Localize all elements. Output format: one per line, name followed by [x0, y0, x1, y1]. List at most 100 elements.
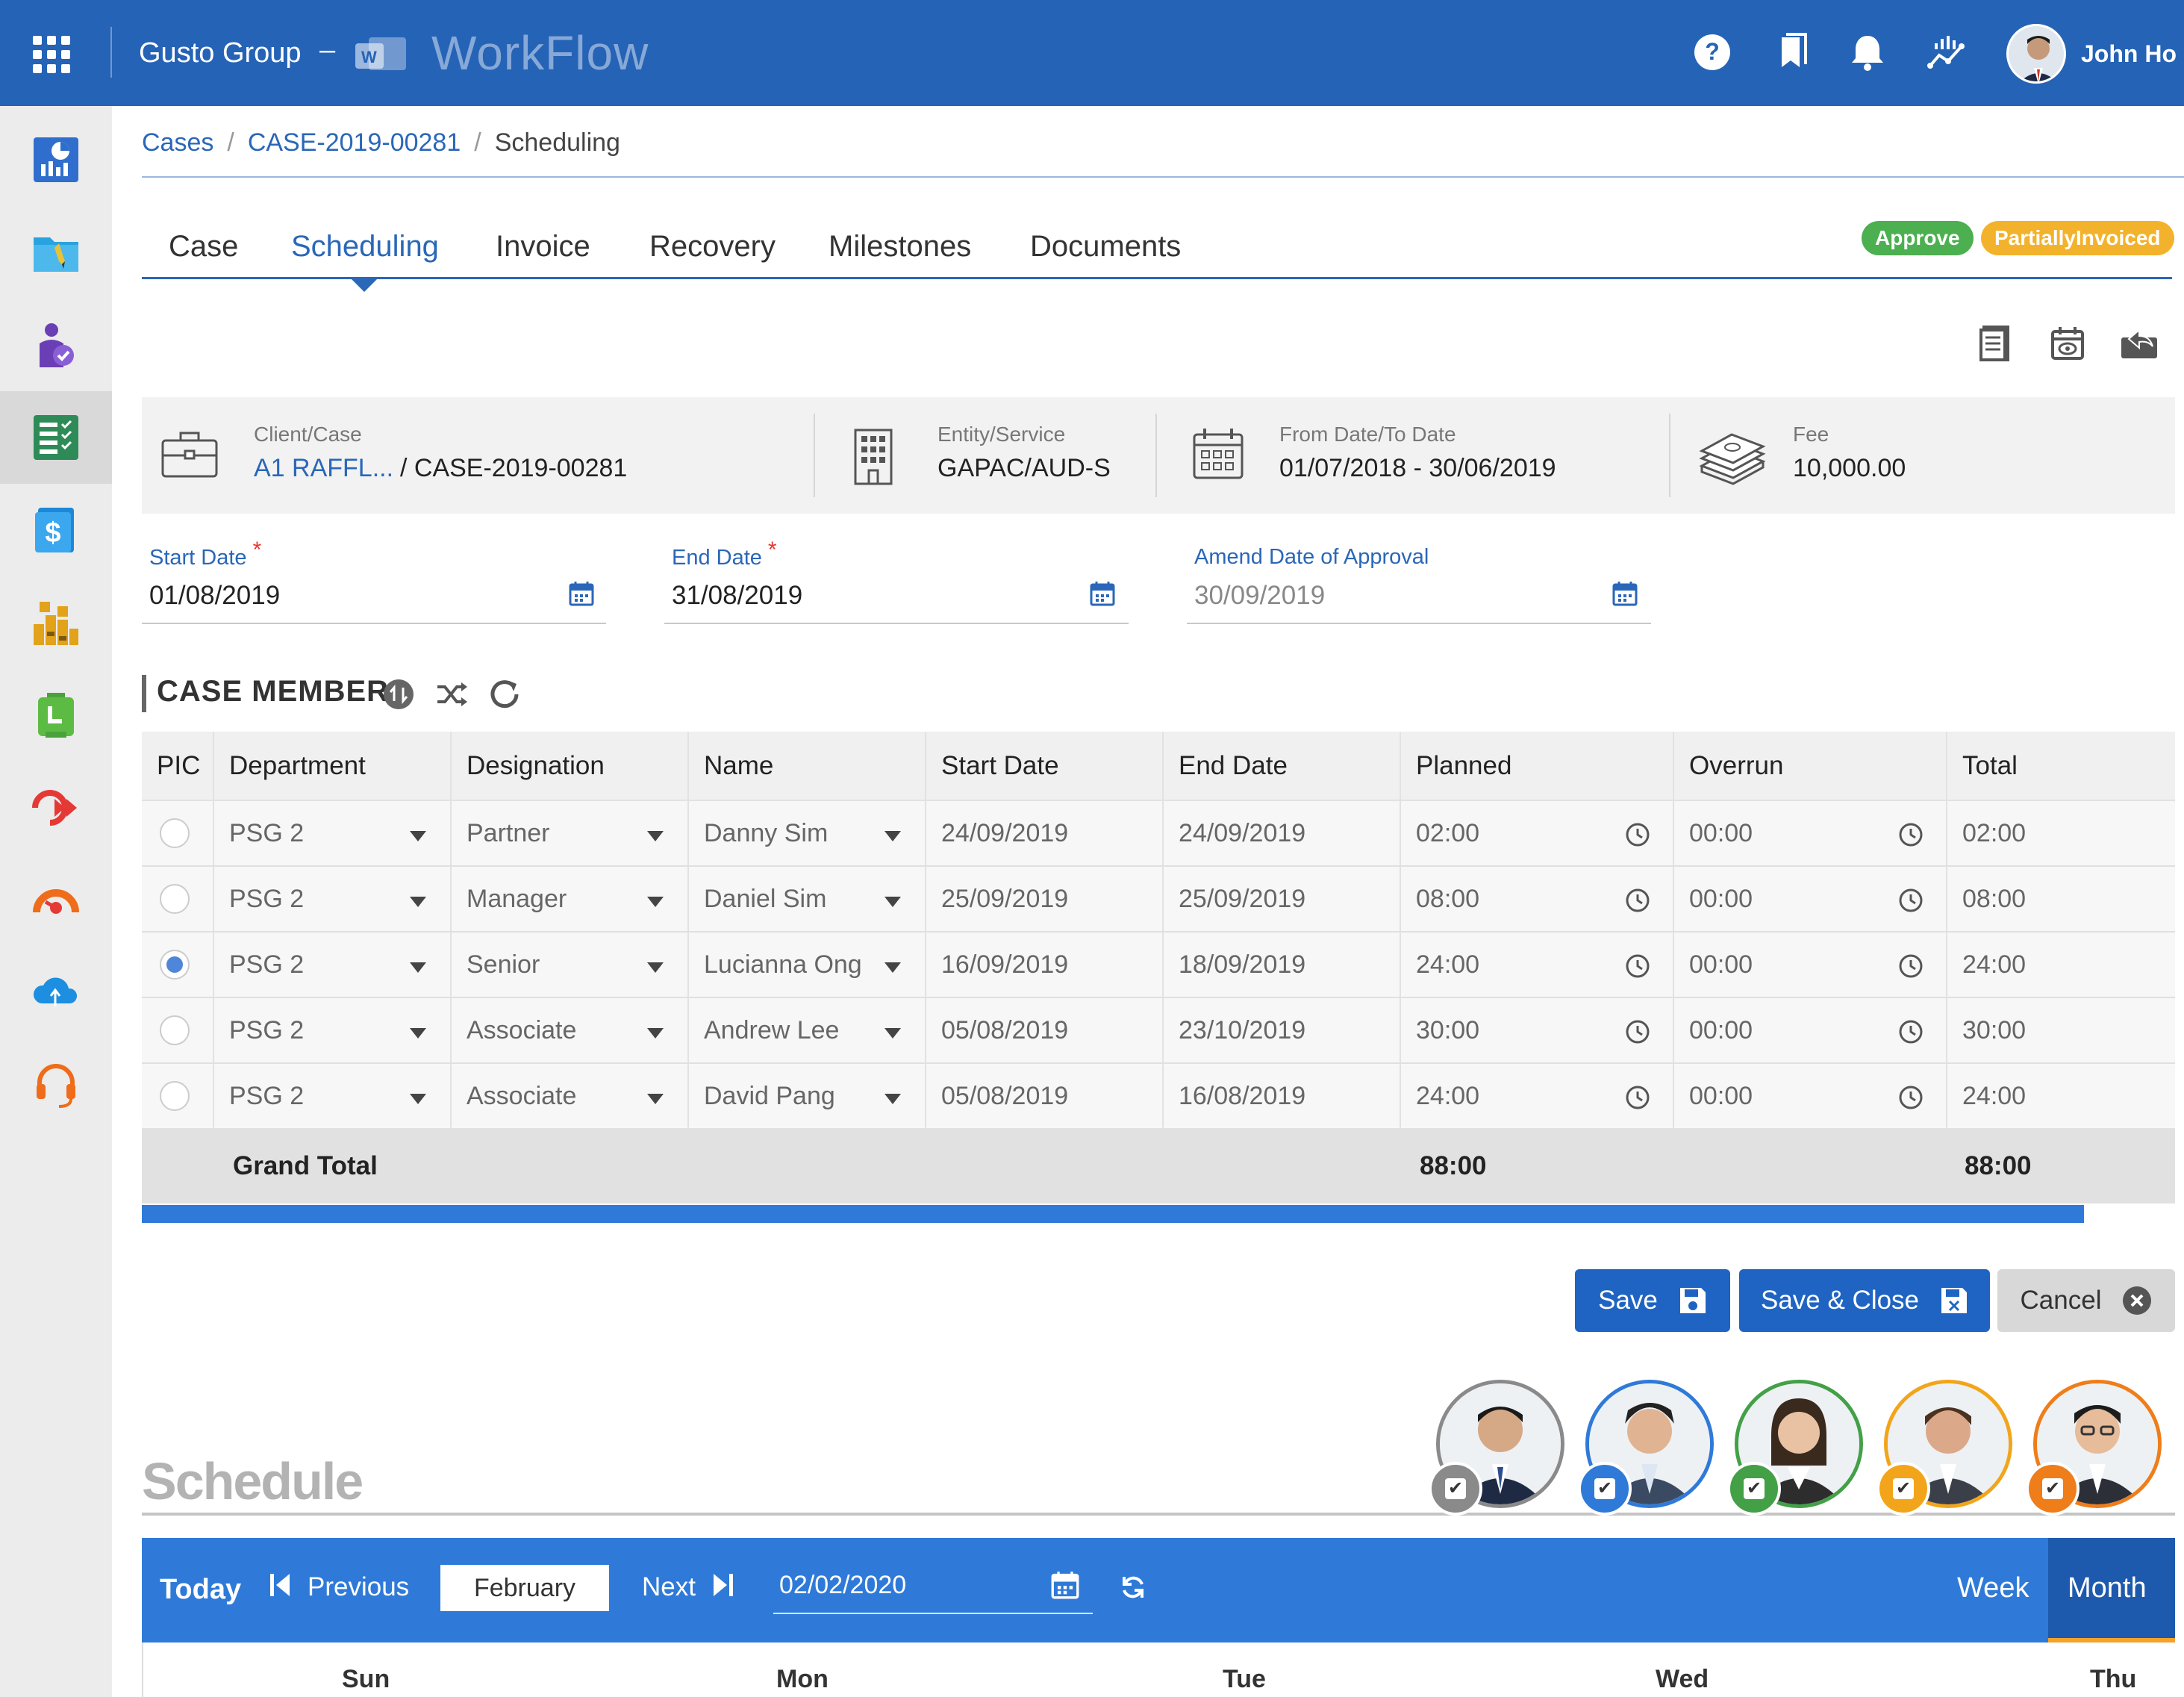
name-select[interactable]: David Pang	[688, 1063, 926, 1130]
overrun-input[interactable]: 00:00	[1673, 997, 1947, 1064]
end-date-cell[interactable]: 25/09/2019	[1163, 866, 1401, 932]
start-date-cell[interactable]: 05/08/2019	[926, 1063, 1164, 1130]
calendar-icon[interactable]	[1612, 581, 1638, 606]
name-select[interactable]: Daniel Sim	[688, 866, 926, 932]
app-launcher-icon[interactable]	[33, 36, 70, 73]
next-icon[interactable]	[712, 1572, 734, 1598]
tab-milestones[interactable]: Milestones	[829, 230, 971, 264]
save-button[interactable]: Save	[1575, 1269, 1730, 1332]
sidebar-item-cloud[interactable]	[0, 947, 112, 1039]
column-header[interactable]: Designation	[451, 732, 689, 801]
calendar-view-icon[interactable]	[2047, 323, 2088, 364]
column-header[interactable]: Planned	[1400, 732, 1674, 801]
department-select[interactable]: PSG 2	[213, 1063, 452, 1130]
column-header[interactable]: Start Date	[926, 732, 1164, 801]
planned-input[interactable]: 02:00	[1400, 800, 1674, 867]
refresh-icon[interactable]	[485, 675, 524, 714]
help-icon[interactable]: ?	[1691, 30, 1733, 75]
calendar-icon[interactable]	[569, 581, 594, 606]
sidebar-item-timesheet[interactable]	[0, 391, 112, 484]
client-link[interactable]: A1 RAFFL...	[254, 454, 393, 483]
column-header[interactable]: Total	[1947, 732, 2175, 801]
planned-input[interactable]: 24:00	[1400, 932, 1674, 998]
today-button[interactable]: Today	[160, 1574, 241, 1606]
tab-case[interactable]: Case	[169, 230, 238, 264]
overrun-input[interactable]: 00:00	[1673, 1063, 1947, 1130]
clock-icon[interactable]	[1898, 953, 1924, 979]
pic-radio[interactable]	[160, 1015, 190, 1045]
name-select[interactable]: Andrew Lee	[688, 997, 926, 1064]
designation-select[interactable]: Associate	[451, 1063, 689, 1130]
shuffle-icon[interactable]	[433, 675, 472, 714]
name-select[interactable]: Danny Sim	[688, 800, 926, 867]
tab-scheduling[interactable]: Scheduling	[291, 230, 439, 264]
department-select[interactable]: PSG 2	[213, 997, 452, 1064]
sidebar-item-support[interactable]	[0, 1039, 112, 1132]
end-date-input[interactable]: 31/08/2019	[672, 581, 802, 611]
end-date-cell[interactable]: 18/09/2019	[1163, 932, 1401, 998]
designation-select[interactable]: Manager	[451, 866, 689, 932]
user-avatar[interactable]	[2006, 24, 2066, 84]
end-date-cell[interactable]: 16/08/2019	[1163, 1063, 1401, 1130]
sidebar-item-billing[interactable]: $	[0, 484, 112, 576]
column-header[interactable]: Department	[213, 732, 452, 801]
month-display[interactable]: February	[440, 1565, 609, 1611]
user-name[interactable]: John Ho	[2081, 40, 2177, 68]
clock-icon[interactable]	[1625, 822, 1650, 847]
sidebar-item-performance[interactable]	[0, 854, 112, 947]
column-header[interactable]: PIC	[142, 732, 214, 801]
planned-input[interactable]: 30:00	[1400, 997, 1674, 1064]
clock-icon[interactable]	[1625, 1019, 1650, 1044]
overrun-input[interactable]: 00:00	[1673, 932, 1947, 998]
tab-documents[interactable]: Documents	[1030, 230, 1181, 264]
calendar-icon[interactable]	[1051, 1571, 1079, 1599]
start-date-cell[interactable]: 24/09/2019	[926, 800, 1164, 867]
save-close-button[interactable]: Save & Close	[1739, 1269, 1990, 1332]
sidebar-item-modules[interactable]	[0, 576, 112, 669]
sidebar-item-tasks[interactable]	[0, 669, 112, 762]
calendar-icon[interactable]	[1090, 581, 1115, 606]
end-date-field[interactable]: End Date * 31/08/2019	[664, 535, 1129, 627]
member-select-checkbox[interactable]: ✔	[2026, 1462, 2080, 1516]
month-view-tab[interactable]: Month	[2048, 1538, 2175, 1642]
back-icon[interactable]	[2118, 323, 2160, 364]
start-date-cell[interactable]: 05/08/2019	[926, 997, 1164, 1064]
sort-icon[interactable]	[379, 675, 418, 714]
end-date-cell[interactable]: 24/09/2019	[1163, 800, 1401, 867]
bookmark-icon[interactable]	[1770, 30, 1812, 75]
week-view-tab[interactable]: Week	[1957, 1572, 2029, 1604]
column-header[interactable]: Name	[688, 732, 926, 801]
sidebar-item-forward[interactable]	[0, 762, 112, 854]
bell-icon[interactable]	[1847, 30, 1888, 75]
start-date-cell[interactable]: 16/09/2019	[926, 932, 1164, 998]
date-picker-input[interactable]: 02/02/2020	[773, 1571, 1093, 1614]
cancel-button[interactable]: Cancel	[1997, 1269, 2175, 1332]
designation-select[interactable]: Partner	[451, 800, 689, 867]
department-select[interactable]: PSG 2	[213, 800, 452, 867]
overrun-input[interactable]: 00:00	[1673, 866, 1947, 932]
previous-button[interactable]: Previous	[308, 1572, 409, 1602]
sidebar-item-files[interactable]	[0, 206, 112, 299]
sidebar-item-approvals[interactable]	[0, 299, 112, 391]
clock-icon[interactable]	[1898, 1019, 1924, 1044]
name-select[interactable]: Lucianna Ong	[688, 932, 926, 998]
document-list-icon[interactable]	[1974, 323, 2015, 364]
previous-icon[interactable]	[269, 1572, 291, 1598]
breadcrumb-case-id[interactable]: CASE-2019-00281	[248, 128, 461, 157]
department-select[interactable]: PSG 2	[213, 866, 452, 932]
clock-icon[interactable]	[1898, 1085, 1924, 1110]
clock-icon[interactable]	[1898, 822, 1924, 847]
amend-date-field[interactable]: Amend Date of Approval 30/09/2019	[1187, 535, 1651, 627]
department-select[interactable]: PSG 2	[213, 932, 452, 998]
planned-input[interactable]: 24:00	[1400, 1063, 1674, 1130]
planned-input[interactable]: 08:00	[1400, 866, 1674, 932]
start-date-field[interactable]: Start Date * 01/08/2019	[142, 535, 606, 627]
breadcrumb-cases[interactable]: Cases	[142, 128, 213, 157]
pic-radio[interactable]	[160, 818, 190, 848]
analytics-icon[interactable]	[1926, 30, 1968, 75]
amend-date-input[interactable]: 30/09/2019	[1194, 581, 1325, 611]
tab-invoice[interactable]: Invoice	[496, 230, 590, 264]
sidebar-item-dashboard[interactable]	[0, 113, 112, 206]
member-select-checkbox[interactable]: ✔	[1429, 1462, 1482, 1516]
pic-radio[interactable]	[160, 949, 190, 980]
